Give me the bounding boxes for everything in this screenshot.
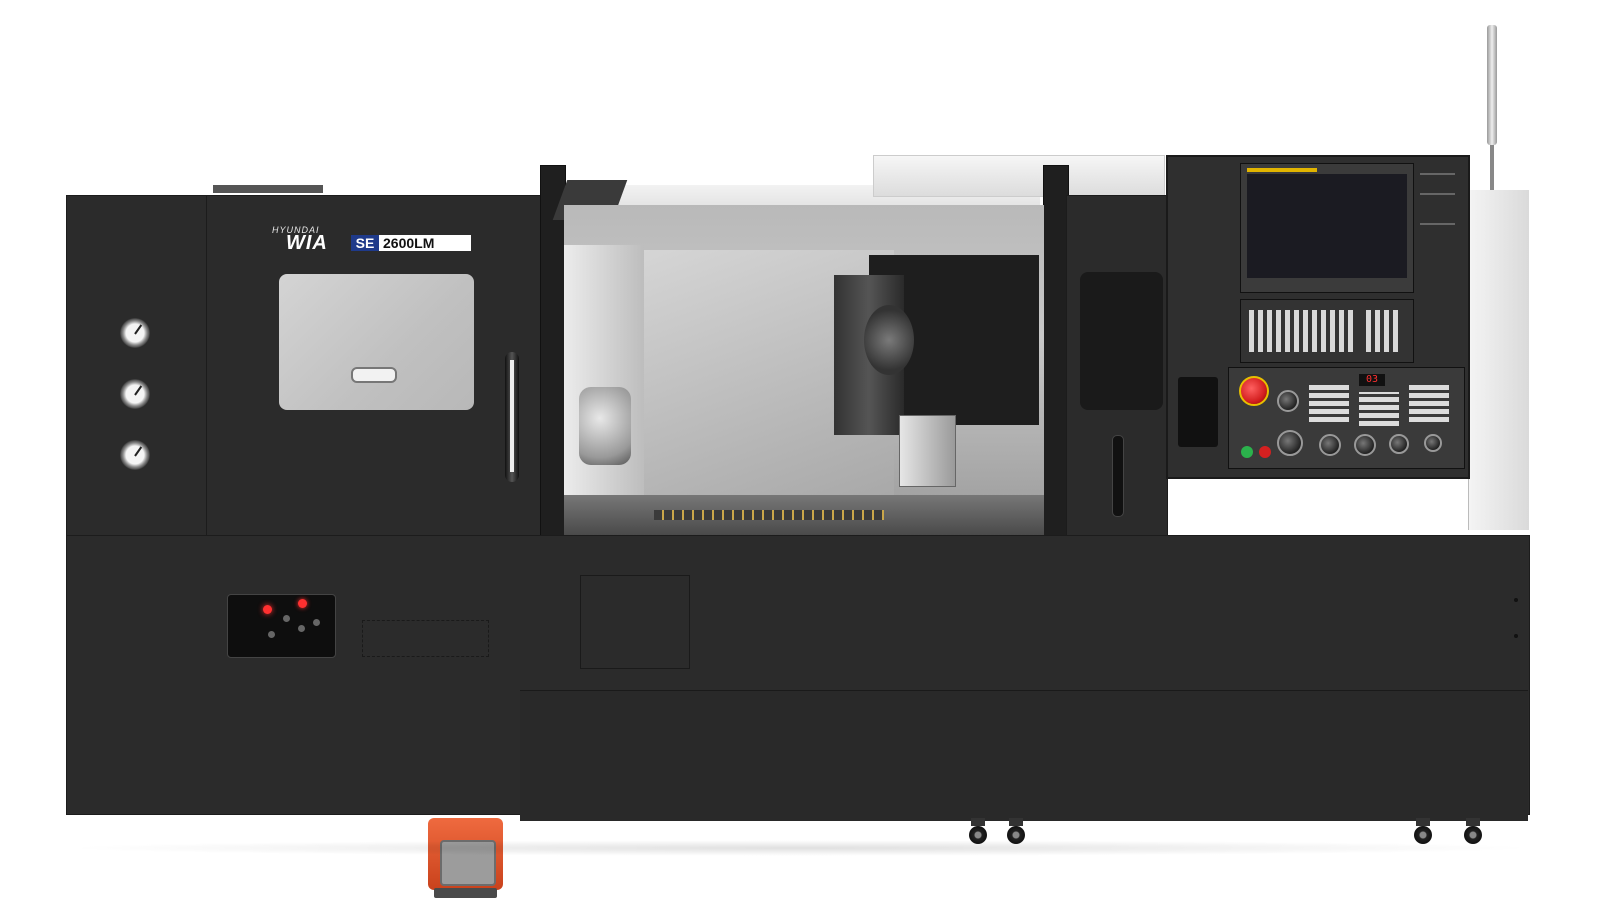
tailstock	[899, 415, 956, 487]
door-handle-right	[1112, 435, 1124, 517]
gauge-2	[120, 379, 150, 409]
left-headstock-cover	[66, 195, 208, 537]
spindle-load-display: 03	[1359, 374, 1385, 386]
spindle-chuck	[579, 387, 631, 465]
machining-area	[564, 205, 1044, 535]
top-cover-right	[873, 155, 1165, 197]
gauge-3	[120, 440, 150, 470]
brand-logo-text: WIA	[286, 232, 328, 254]
nameplate-area	[362, 620, 489, 657]
foot-pedal[interactable]	[428, 818, 503, 898]
touch-screen-display[interactable]	[1240, 163, 1414, 293]
qwerty-keypad[interactable]	[1240, 299, 1414, 363]
gauge-1	[120, 318, 150, 348]
headstock-window	[279, 274, 474, 410]
feed-override-knob[interactable]	[1277, 390, 1299, 412]
indicator-light	[263, 605, 272, 614]
door-frame-left	[540, 165, 566, 557]
right-door-window	[1080, 272, 1163, 410]
window-handle	[351, 367, 397, 383]
turret-disc	[864, 305, 914, 375]
auxiliary-control-box	[227, 594, 336, 658]
side-softkeys	[1416, 167, 1461, 287]
door-handle-left	[505, 352, 519, 482]
chip-channel	[654, 510, 884, 520]
series-badge: SE	[351, 235, 379, 251]
signal-tower	[1486, 25, 1498, 195]
red-stop-button[interactable]	[1259, 446, 1271, 458]
control-panel: 03	[1166, 155, 1470, 479]
floor-shadow	[60, 840, 1540, 856]
model-number: 2600LM	[379, 235, 471, 251]
green-start-button[interactable]	[1241, 446, 1253, 458]
brand-logo: HYUNDAI WIA SE 2600LM	[268, 225, 478, 255]
cnc-lathe-machine: HYUNDAI WIA SE 2600LM 03	[0, 0, 1600, 920]
emergency-stop-button[interactable]	[1239, 376, 1269, 406]
chuck-housing	[564, 245, 644, 505]
inspection-hatch	[580, 575, 690, 669]
top-cover-left	[213, 185, 323, 193]
spindle-override-knob[interactable]	[1277, 430, 1303, 456]
chip-tray	[520, 690, 1528, 821]
operator-panel: 03	[1228, 367, 1465, 469]
usb-slot	[1178, 377, 1218, 447]
right-side-cover	[1468, 190, 1529, 530]
